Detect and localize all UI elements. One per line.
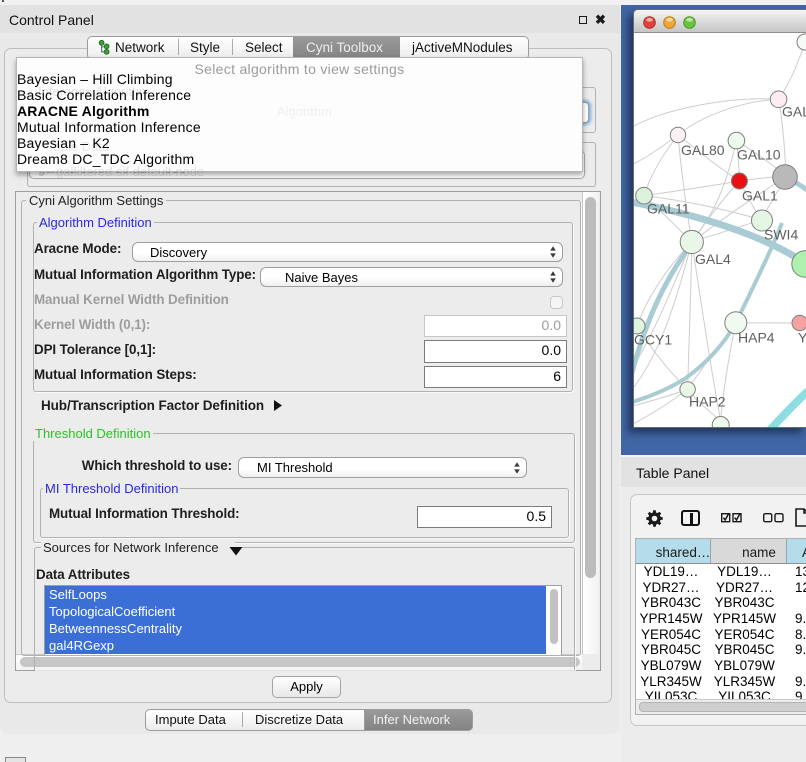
svg-text:SWI4: SWI4 xyxy=(764,227,798,243)
svg-text:HAP4: HAP4 xyxy=(738,330,775,346)
svg-text:GAL4: GAL4 xyxy=(695,251,731,267)
svg-text:GAL11: GAL11 xyxy=(647,200,690,216)
svg-text:HAP2: HAP2 xyxy=(689,394,726,410)
svg-text:Y: Y xyxy=(798,330,806,346)
svg-text:GAL: GAL xyxy=(782,103,806,119)
svg-text:GAL10: GAL10 xyxy=(737,147,781,163)
svg-text:GCY1: GCY1 xyxy=(634,332,672,348)
svg-text:GAL1: GAL1 xyxy=(742,187,778,203)
svg-text:GAL80: GAL80 xyxy=(681,142,725,158)
